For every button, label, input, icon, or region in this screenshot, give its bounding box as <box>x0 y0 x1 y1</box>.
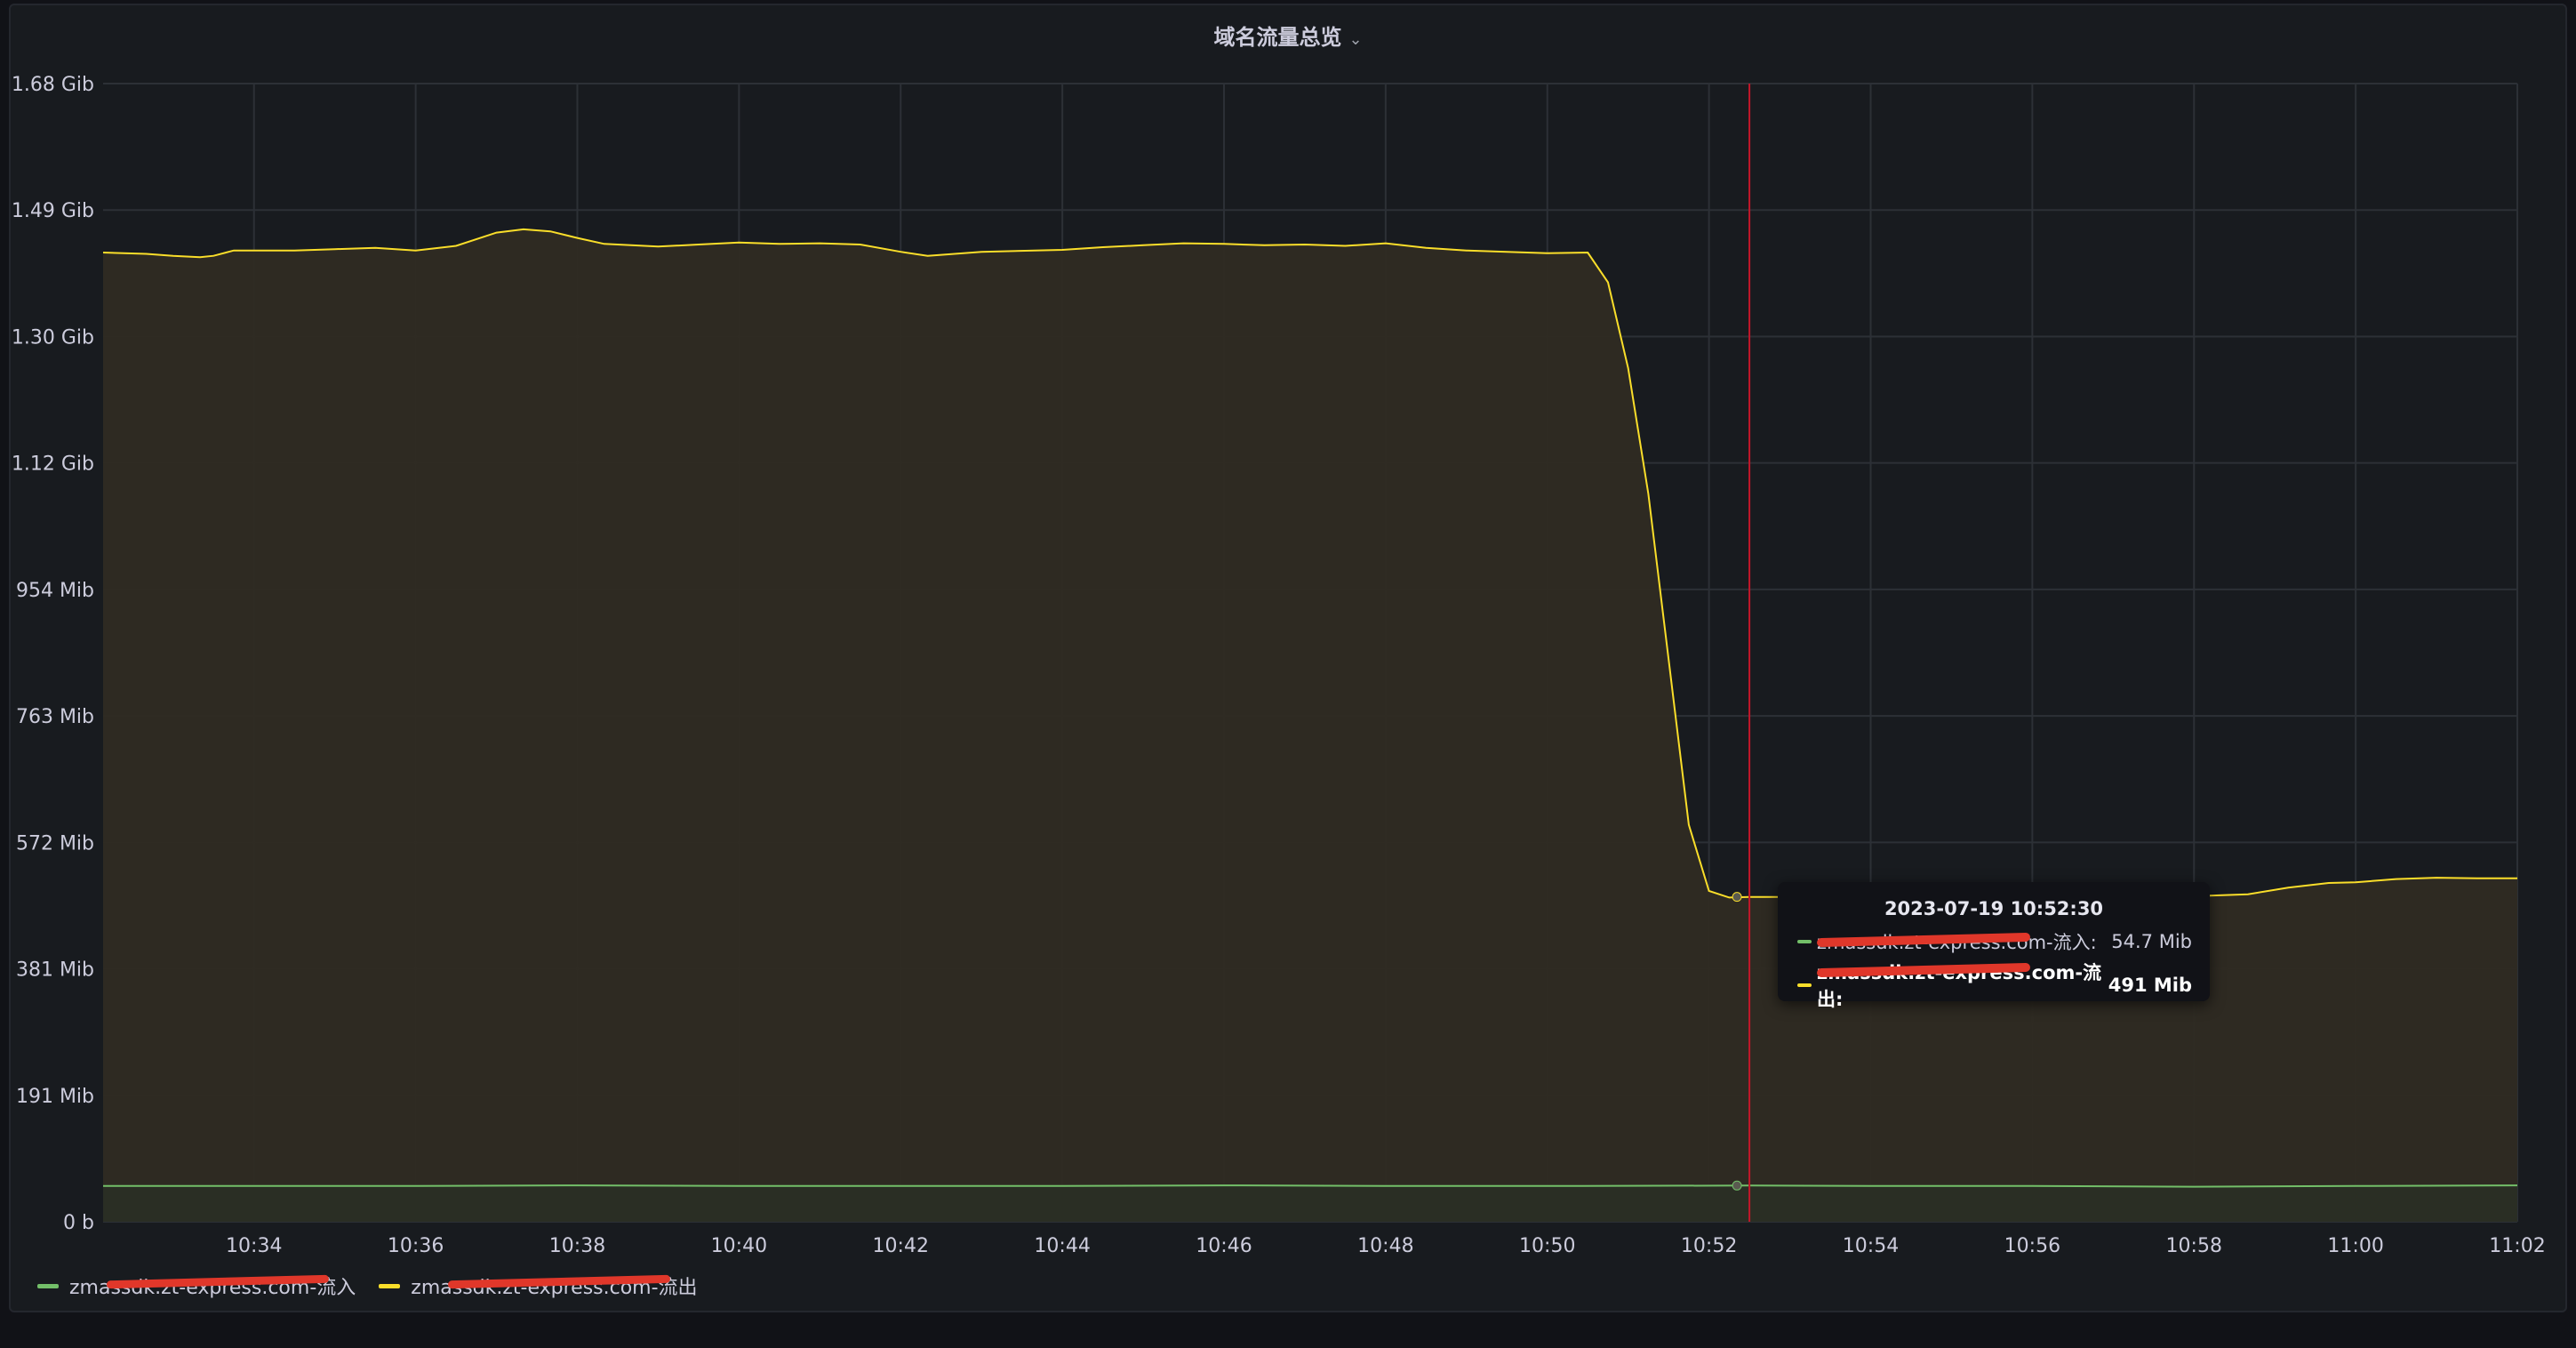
y-tick-label: 1.12 Gib <box>12 453 94 476</box>
series-area-inbound <box>103 1185 2517 1222</box>
tooltip-value-outbound: 491 Mib <box>2108 975 2192 996</box>
x-tick-label: 10:42 <box>873 1235 929 1257</box>
x-tick-label: 10:50 <box>1519 1235 1575 1257</box>
y-tick-label: 191 Mib <box>16 1086 94 1108</box>
x-tick-label: 10:52 <box>1681 1235 1737 1257</box>
x-tick-label: 10:36 <box>388 1235 444 1257</box>
x-tick-label: 10:46 <box>1196 1235 1252 1257</box>
x-tick-label: 10:38 <box>549 1235 605 1257</box>
x-tick-label: 10:44 <box>1034 1235 1090 1257</box>
hover-point-inbound <box>1732 1180 1742 1191</box>
tooltip-row-outbound: zmassdk.zt-express.com-流出: 491 Mib <box>1797 959 2192 1012</box>
y-tick-label: 954 Mib <box>16 580 94 602</box>
tooltip-value-inbound: 54.7 Mib <box>2111 931 2192 952</box>
x-tick-label: 10:58 <box>2166 1235 2222 1257</box>
x-tick-label: 10:54 <box>1843 1235 1899 1257</box>
x-tick-label: 10:56 <box>2004 1235 2060 1257</box>
y-tick-label: 1.68 Gib <box>12 74 94 96</box>
hover-point-outbound <box>1732 892 1742 903</box>
tooltip-label-outbound: zmassdk.zt-express.com-流出: <box>1817 959 2108 1012</box>
x-tick-label: 10:34 <box>226 1235 282 1257</box>
y-tick-label: 381 Mib <box>16 959 94 982</box>
tooltip-swatch-inbound <box>1797 940 1812 943</box>
legend-label-outbound[interactable]: zmassdk.zt-express.com-流出 <box>411 1272 697 1300</box>
legend-swatch-inbound <box>37 1283 59 1288</box>
hover-tooltip: 2023-07-19 10:52:30 zmassdk.zt-express.c… <box>1778 882 2210 1010</box>
legend-label-inbound[interactable]: zmassdk.zt-express.com-流入 <box>69 1272 356 1300</box>
y-tick-label: 763 Mib <box>16 706 94 728</box>
traffic-chart[interactable]: 0 b 191 Mib 381 Mib 572 Mib 763 Mib 954 Mib 1.… <box>0 0 2576 1348</box>
y-tick-label: 1.30 Gib <box>12 326 94 349</box>
tooltip-label-inbound: zmassdk.zt-express.com-流入: <box>1817 928 2111 955</box>
x-tick-label: 10:40 <box>711 1235 767 1257</box>
x-tick-label: 10:48 <box>1357 1235 1413 1257</box>
y-tick-label: 1.49 Gib <box>12 200 94 222</box>
series-area-outbound <box>103 229 2517 1222</box>
legend-item-outbound[interactable]: zmassdk.zt-express.com-流出 <box>379 1272 698 1300</box>
x-tick-label: 11:00 <box>2327 1235 2383 1257</box>
tooltip-time: 2023-07-19 10:52:30 <box>1884 898 2104 919</box>
legend-swatch-outbound <box>379 1283 401 1288</box>
legend: zmassdk.zt-express.com-流入 zmassdk.zt-exp… <box>37 1272 698 1300</box>
tooltip-swatch-outbound <box>1797 983 1812 987</box>
tooltip-row-inbound: zmassdk.zt-express.com-流入: 54.7 Mib <box>1797 928 2192 955</box>
x-tick-label: 11:02 <box>2489 1235 2545 1257</box>
legend-item-inbound[interactable]: zmassdk.zt-express.com-流入 <box>37 1272 356 1300</box>
y-tick-label: 572 Mib <box>16 832 94 855</box>
y-tick-label: 0 b <box>63 1212 94 1234</box>
